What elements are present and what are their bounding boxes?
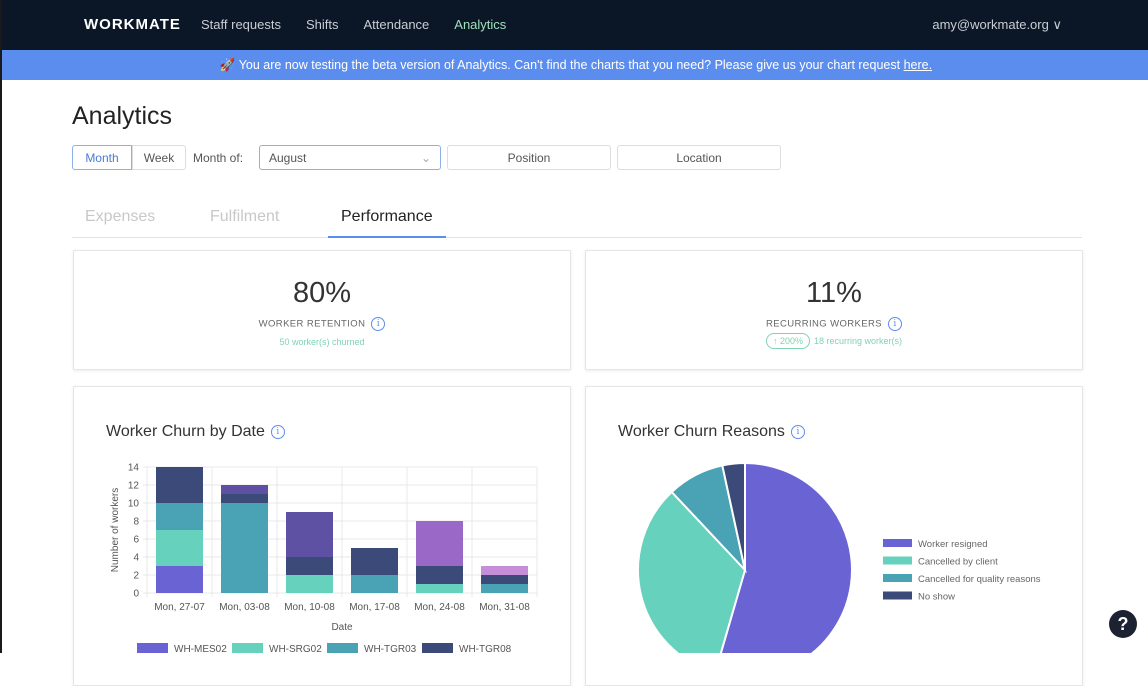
- y-tick-label: 14: [128, 463, 140, 474]
- legend-swatch: [232, 643, 263, 653]
- help-button[interactable]: ?: [1109, 610, 1137, 638]
- legend-swatch: [422, 643, 453, 653]
- x-tick-label: Mon, 10-08: [284, 602, 335, 613]
- bar-segment: [156, 530, 203, 566]
- legend-swatch: [883, 556, 912, 565]
- bar-segment: [221, 494, 268, 503]
- x-tick-label: Mon, 03-08: [219, 602, 270, 613]
- y-tick-label: 6: [133, 535, 139, 546]
- legend-label: Cancelled by client: [918, 557, 998, 568]
- bar-segment: [416, 521, 463, 566]
- legend-label: Cancelled for quality reasons: [918, 574, 1041, 585]
- y-tick-label: 12: [128, 481, 140, 492]
- bar-segment: [416, 584, 463, 593]
- bar-segment: [416, 566, 463, 584]
- bar-segment: [286, 575, 333, 593]
- bar-segment: [481, 575, 528, 584]
- bar-segment: [351, 548, 398, 575]
- y-tick-label: 8: [133, 517, 139, 528]
- bar-segment: [221, 503, 268, 593]
- legend-label: WH-TGR08: [459, 644, 512, 653]
- legend-label: Worker resigned: [918, 539, 988, 550]
- bar-segment: [351, 575, 398, 593]
- legend-swatch: [327, 643, 358, 653]
- y-tick-label: 0: [133, 589, 139, 600]
- bar-segment: [286, 512, 333, 557]
- bar-segment: [156, 566, 203, 593]
- bar-segment: [156, 503, 203, 530]
- bar-segment: [221, 485, 268, 494]
- y-tick-label: 10: [128, 499, 140, 510]
- legend-swatch: [883, 539, 912, 547]
- x-tick-label: Mon, 17-08: [349, 602, 400, 613]
- x-tick-label: Mon, 24-08: [414, 602, 465, 613]
- y-tick-label: 2: [133, 571, 139, 582]
- bar-segment: [481, 584, 528, 593]
- legend-label: WH-MES02: [174, 644, 227, 653]
- bar-segment: [286, 557, 333, 575]
- legend-swatch: [883, 591, 912, 600]
- legend-swatch: [137, 643, 168, 653]
- x-tick-label: Mon, 27-07: [154, 602, 205, 613]
- x-axis-label: Date: [331, 622, 353, 633]
- y-tick-label: 4: [133, 553, 139, 564]
- y-axis-label: Number of workers: [110, 488, 121, 572]
- bar-segment: [481, 566, 528, 575]
- legend-swatch: [883, 574, 912, 582]
- churn-by-date-chart: 0 2 4 6 8 10 12 14 Mon, 27-07 Mon, 03-08 Mon, 10-0…: [110, 461, 1041, 653]
- legend-label: No show: [918, 592, 955, 603]
- legend-label: WH-SRG02: [269, 644, 322, 653]
- bar-segment: [156, 467, 203, 503]
- legend-label: WH-TGR03: [364, 644, 417, 653]
- x-tick-label: Mon, 31-08: [479, 602, 530, 613]
